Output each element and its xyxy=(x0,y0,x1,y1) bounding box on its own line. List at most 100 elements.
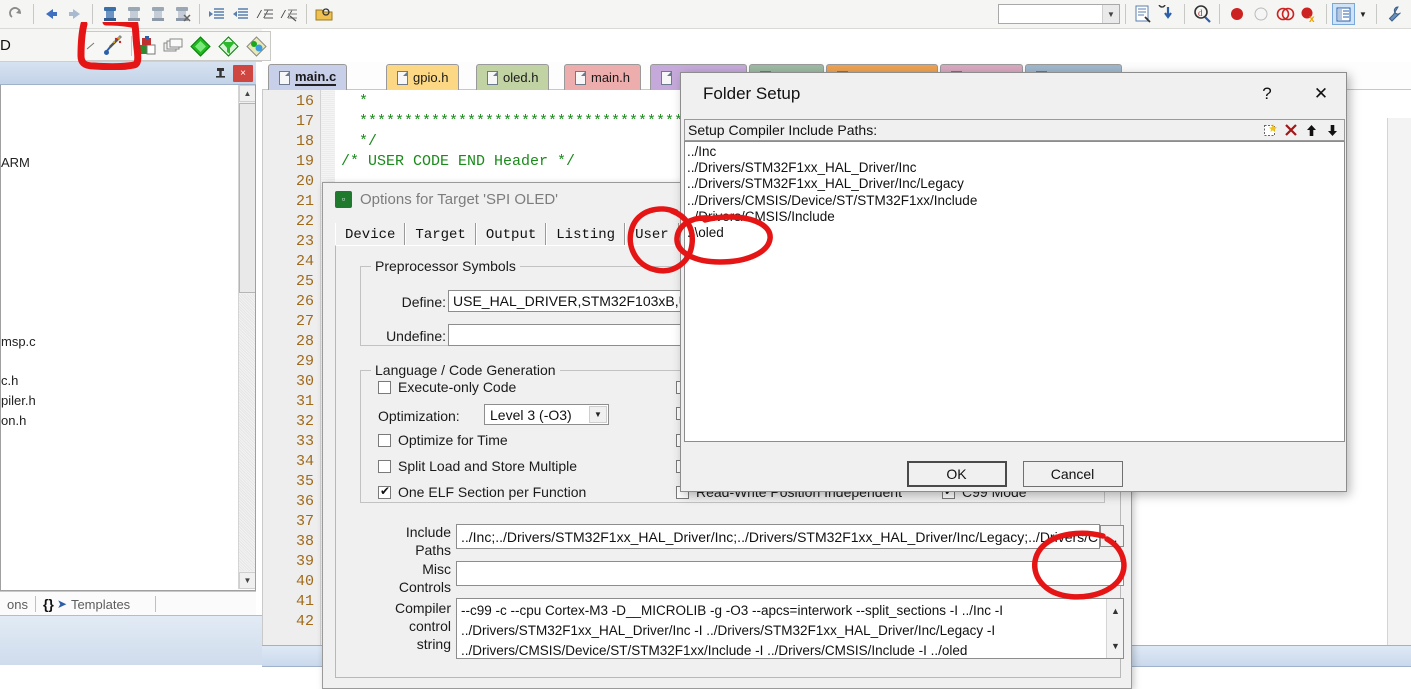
list-item[interactable]: ../Drivers/STM32F1xx_HAL_Driver/Inc xyxy=(687,160,1344,176)
file-tab-gpio-h[interactable]: gpio.h xyxy=(386,64,460,90)
file-tab-label: gpio.h xyxy=(413,70,449,85)
filter-icon[interactable] xyxy=(214,33,242,59)
code-line: * xyxy=(341,93,369,110)
file-tab-oled-h[interactable]: oled.h xyxy=(476,64,550,90)
bookmark-toggle-icon[interactable] xyxy=(98,2,122,26)
uncomment-icon[interactable]: // xyxy=(277,2,301,26)
tab-user[interactable]: User xyxy=(625,223,679,247)
nav-forward-icon[interactable] xyxy=(63,2,87,26)
line-number: 35 xyxy=(295,473,314,490)
bookmark-prev-icon[interactable] xyxy=(146,2,170,26)
list-item[interactable]: ../Inc xyxy=(687,144,1344,160)
file-tab-main-c[interactable]: main.c xyxy=(268,64,348,90)
outdent-icon[interactable] xyxy=(229,2,253,26)
open-file-icon[interactable] xyxy=(312,2,336,26)
configuration-wizard-icon[interactable] xyxy=(1382,2,1406,26)
checkbox-one-elf-section[interactable] xyxy=(378,484,391,499)
tab-listing[interactable]: Listing xyxy=(546,223,626,247)
comment-icon[interactable]: // xyxy=(253,2,277,26)
indent-icon[interactable] xyxy=(205,2,229,26)
include-paths-list[interactable]: ../Inc ../Drivers/STM32F1xx_HAL_Driver/I… xyxy=(684,141,1345,442)
project-window-dropdown-icon[interactable]: ▼ xyxy=(1355,2,1371,26)
breakpoint-insert-icon[interactable] xyxy=(1225,2,1249,26)
pack-installer-icon[interactable] xyxy=(186,33,214,59)
delete-path-icon[interactable] xyxy=(1280,120,1301,140)
compiler-string-scrollbar[interactable]: ▲ ▼ xyxy=(1106,599,1123,658)
bookmark-clear-icon[interactable] xyxy=(170,2,194,26)
scroll-down-icon[interactable]: ▼ xyxy=(239,572,255,589)
file-tab-label: main.c xyxy=(295,69,337,86)
checkbox-optimize-for-time[interactable] xyxy=(378,434,391,447)
chevron-down-icon[interactable]: ▼ xyxy=(589,406,607,423)
pin-icon[interactable] xyxy=(212,65,229,82)
tree-item[interactable]: ARM xyxy=(1,155,30,170)
breakpoint-disable-icon[interactable] xyxy=(1249,2,1273,26)
manage-project-items-icon[interactable] xyxy=(242,33,270,59)
options-dialog-title: Options for Target 'SPI OLED' xyxy=(360,190,559,208)
scroll-up-icon[interactable]: ▲ xyxy=(239,85,255,102)
include-paths-browse-button[interactable]: ... xyxy=(1100,525,1124,547)
undefine-label: Undefine: xyxy=(386,328,446,344)
tree-item[interactable]: c.h xyxy=(1,373,18,388)
move-down-icon[interactable] xyxy=(1322,120,1343,140)
close-icon[interactable]: ✕ xyxy=(1309,83,1333,105)
list-item[interactable]: ../Drivers/CMSIS/Include xyxy=(687,209,1344,225)
tab-templates[interactable]: {} ➤ Templates xyxy=(36,592,137,616)
misc-controls-field[interactable] xyxy=(456,561,1124,586)
tree-item[interactable]: msp.c xyxy=(1,334,36,349)
list-item[interactable]: ../Drivers/CMSIS/Device/ST/STM32F1xx/Inc… xyxy=(687,193,1344,209)
file-tab-main-h[interactable]: main.h xyxy=(564,64,642,90)
close-icon[interactable]: × xyxy=(233,64,253,82)
checkbox-split-load-store[interactable] xyxy=(378,460,391,473)
line-number: 18 xyxy=(295,133,314,150)
project-pane-tabs: ons {} ➤ Templates xyxy=(0,591,256,616)
list-item[interactable]: ../Drivers/STM32F1xx_HAL_Driver/Inc/Lega… xyxy=(687,176,1344,192)
cancel-button[interactable]: Cancel xyxy=(1022,461,1123,487)
line-number: 22 xyxy=(295,213,314,230)
new-path-icon[interactable] xyxy=(1259,120,1280,140)
checkbox-split-load-store-label: Split Load and Store Multiple xyxy=(398,458,577,474)
select-target-combo[interactable]: ▼ xyxy=(998,4,1120,24)
project-tree-scrollbar[interactable]: ▲ ▼ xyxy=(238,85,255,589)
manage-runtime-env-icon[interactable] xyxy=(134,33,160,59)
tree-item[interactable]: on.h xyxy=(1,413,26,428)
find-in-files-icon[interactable] xyxy=(1131,2,1155,26)
scroll-down-icon[interactable]: ▼ xyxy=(1107,636,1123,656)
line-number: 38 xyxy=(295,533,314,550)
code-line: ****************************************… xyxy=(341,113,738,130)
project-tree[interactable]: ARM msp.c c.h piler.h on.h ▲ ▼ xyxy=(0,85,256,591)
scroll-up-icon[interactable]: ▲ xyxy=(1107,601,1123,621)
ok-button[interactable]: OK xyxy=(906,461,1007,487)
batch-build-icon[interactable] xyxy=(160,33,186,59)
breakpoint-disable-all-icon[interactable] xyxy=(1273,2,1297,26)
build-toolbar-dropdown-icon[interactable] xyxy=(83,34,99,58)
goto-definition-icon[interactable] xyxy=(1155,2,1179,26)
chevron-down-icon[interactable]: ▼ xyxy=(1102,5,1119,23)
toolbar-row2-filler xyxy=(262,29,1411,62)
breakpoint-kill-all-icon[interactable]: x xyxy=(1297,2,1321,26)
scrollbar-track[interactable] xyxy=(239,294,255,571)
nav-back-icon[interactable] xyxy=(39,2,63,26)
tree-item[interactable]: piler.h xyxy=(1,393,36,408)
language-code-generation-legend: Language / Code Generation xyxy=(371,362,560,378)
redo-icon[interactable] xyxy=(4,2,28,26)
find-icon[interactable]: d xyxy=(1190,2,1214,26)
tab-target[interactable]: Target xyxy=(405,223,476,247)
tab-target-label: Target xyxy=(415,227,466,243)
move-up-icon[interactable] xyxy=(1301,120,1322,140)
checkbox-execute-only-code[interactable] xyxy=(378,381,391,394)
tab-output[interactable]: Output xyxy=(475,223,547,247)
keil-logo-icon: ▫ xyxy=(335,190,352,208)
bookmark-next-icon[interactable] xyxy=(122,2,146,26)
list-item[interactable]: ..\oled xyxy=(687,225,1344,241)
target-options-icon[interactable] xyxy=(99,32,129,60)
tab-device[interactable]: Device xyxy=(335,223,406,247)
toolbar-divider xyxy=(92,4,93,24)
scrollbar-thumb[interactable] xyxy=(239,103,255,293)
help-icon[interactable]: ? xyxy=(1256,83,1278,105)
compiler-control-string-field[interactable]: --c99 -c --cpu Cortex-M3 -D__MICROLIB -g… xyxy=(456,598,1124,659)
project-window-icon[interactable] xyxy=(1332,3,1355,25)
include-paths-field[interactable]: ../Inc;../Drivers/STM32F1xx_HAL_Driver/I… xyxy=(456,524,1100,549)
tab-functions[interactable]: ons xyxy=(0,592,35,616)
optimization-dropdown[interactable]: Level 3 (-O3) ▼ xyxy=(484,404,609,425)
